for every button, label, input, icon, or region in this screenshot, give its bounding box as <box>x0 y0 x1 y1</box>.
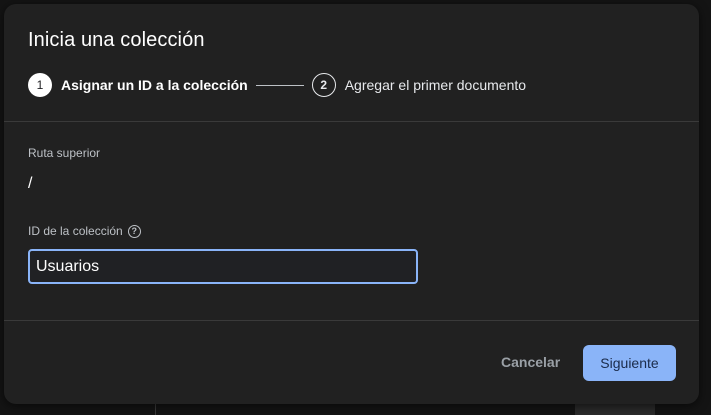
stepper: 1 Asignar un ID a la colección 2 Agregar… <box>28 71 526 99</box>
start-collection-dialog: Inicia una colección 1 Asignar un ID a l… <box>4 4 699 404</box>
cancel-button[interactable]: Cancelar <box>491 347 570 377</box>
header-divider <box>4 121 699 122</box>
step-1-label: Asignar un ID a la colección <box>61 77 248 93</box>
help-icon[interactable]: ? <box>127 224 141 238</box>
dialog-title: Inicia una colección <box>28 29 205 51</box>
footer-divider <box>4 320 699 321</box>
parent-path-value: / <box>28 175 33 192</box>
step-connector <box>255 84 304 86</box>
collection-id-input[interactable] <box>28 249 418 284</box>
next-button[interactable]: Siguiente <box>583 345 676 381</box>
collection-id-label: ID de la colección ? <box>28 224 141 238</box>
parent-path-label-text: Ruta superior <box>28 146 101 160</box>
step-2-indicator: 2 <box>311 73 336 97</box>
parent-path-label: Ruta superior <box>28 146 100 160</box>
collection-id-label-text: ID de la colección <box>28 224 123 238</box>
step-2-label: Agregar el primer documento <box>344 77 527 93</box>
step-1-indicator: 1 <box>28 73 52 97</box>
